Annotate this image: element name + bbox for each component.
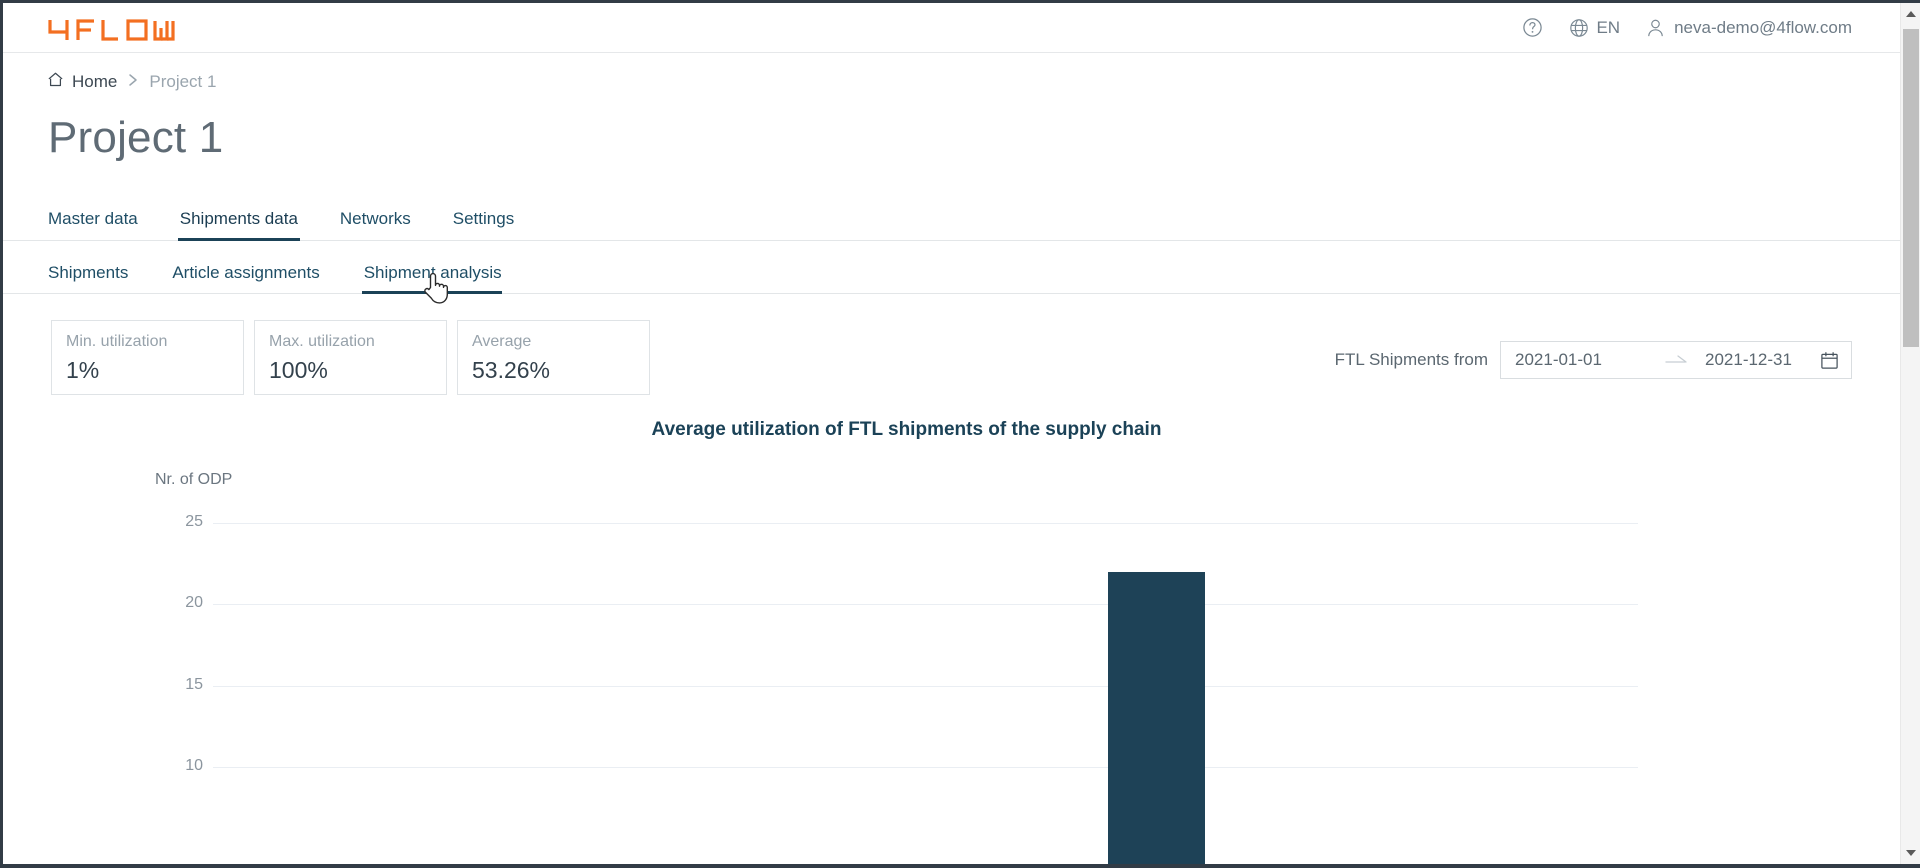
scrollbar-down-button[interactable] [1901, 842, 1920, 864]
tab-shipments-data[interactable]: Shipments data [180, 209, 320, 240]
stat-label: Average [472, 333, 635, 351]
date-range-filter: FTL Shipments from 2021-01-01 2021-12-31 [1335, 320, 1852, 379]
help-circle-icon[interactable] [1522, 17, 1543, 38]
y-axis-tick-label: 20 [153, 594, 203, 612]
gridline [213, 767, 1638, 768]
tab-master-data[interactable]: Master data [48, 209, 160, 240]
chart-bar[interactable] [1108, 572, 1205, 864]
stat-value: 53.26% [472, 357, 635, 384]
user-email: neva-demo@4flow.com [1674, 18, 1852, 38]
subtab-shipment-analysis[interactable]: Shipment analysis [364, 263, 524, 293]
y-axis-title: Nr. of ODP [155, 471, 232, 489]
primary-tabs: Master data Shipments data Networks Sett… [3, 201, 1900, 241]
stat-value: 100% [269, 357, 432, 384]
browser-window: EN neva-demo@4flow.com [0, 0, 1920, 868]
stat-card-average: Average 53.26% [457, 320, 650, 395]
user-menu[interactable]: neva-demo@4flow.com [1646, 18, 1852, 38]
chart-title: Average utilization of FTL shipments of … [3, 419, 1900, 441]
tab-settings[interactable]: Settings [453, 209, 536, 240]
breadcrumb-current[interactable]: Project 1 [149, 72, 216, 92]
date-to-field[interactable]: 2021-12-31 [1705, 350, 1820, 370]
gridline [213, 523, 1638, 524]
y-axis-tick-label: 25 [153, 513, 203, 531]
secondary-tabs: Shipments Article assignments Shipment a… [3, 256, 1900, 294]
4flow-logo[interactable] [47, 14, 175, 42]
date-from-field[interactable]: 2021-01-01 [1515, 350, 1665, 370]
subtab-shipments[interactable]: Shipments [48, 263, 150, 293]
app-header: EN neva-demo@4flow.com [3, 3, 1900, 53]
gridline [213, 604, 1638, 605]
scrollbar-thumb[interactable] [1903, 29, 1919, 347]
page-title: Project 1 [48, 113, 1900, 163]
header-actions: EN neva-demo@4flow.com [1522, 17, 1852, 38]
home-icon [47, 71, 64, 93]
subtab-article-assignments[interactable]: Article assignments [172, 263, 341, 293]
calendar-icon[interactable] [1820, 351, 1839, 370]
vertical-scrollbar[interactable] [1900, 3, 1920, 864]
language-selector[interactable]: EN [1569, 18, 1620, 38]
breadcrumb-home[interactable]: Home [47, 71, 117, 93]
breadcrumb-separator [127, 73, 139, 91]
chart-container: Average utilization of FTL shipments of … [3, 419, 1900, 864]
gridline [213, 686, 1638, 687]
y-axis-tick-label: 10 [153, 757, 203, 775]
stat-label: Min. utilization [66, 333, 229, 351]
stat-cards: Min. utilization 1% Max. utilization 100… [51, 320, 650, 395]
arrow-down-icon [1906, 850, 1916, 856]
filter-row: Min. utilization 1% Max. utilization 100… [3, 320, 1900, 395]
stat-label: Max. utilization [269, 333, 432, 351]
breadcrumb: Home Project 1 [47, 71, 1900, 93]
stat-card-min-utilization: Min. utilization 1% [51, 320, 244, 395]
arrow-up-icon [1906, 11, 1916, 17]
stat-value: 1% [66, 357, 229, 384]
date-range-label: FTL Shipments from [1335, 350, 1488, 370]
arrow-right-icon [1665, 351, 1691, 369]
tab-networks[interactable]: Networks [340, 209, 433, 240]
breadcrumb-home-label: Home [72, 72, 117, 92]
y-axis-tick-label: 15 [153, 676, 203, 694]
page-viewport: EN neva-demo@4flow.com [3, 3, 1900, 864]
date-range-input[interactable]: 2021-01-01 2021-12-31 [1500, 341, 1852, 379]
chart-plot-area: Nr. of ODP 25 20 15 10 [3, 459, 1900, 864]
language-label: EN [1596, 18, 1620, 38]
scrollbar-up-button[interactable] [1901, 3, 1920, 25]
stat-card-max-utilization: Max. utilization 100% [254, 320, 447, 395]
